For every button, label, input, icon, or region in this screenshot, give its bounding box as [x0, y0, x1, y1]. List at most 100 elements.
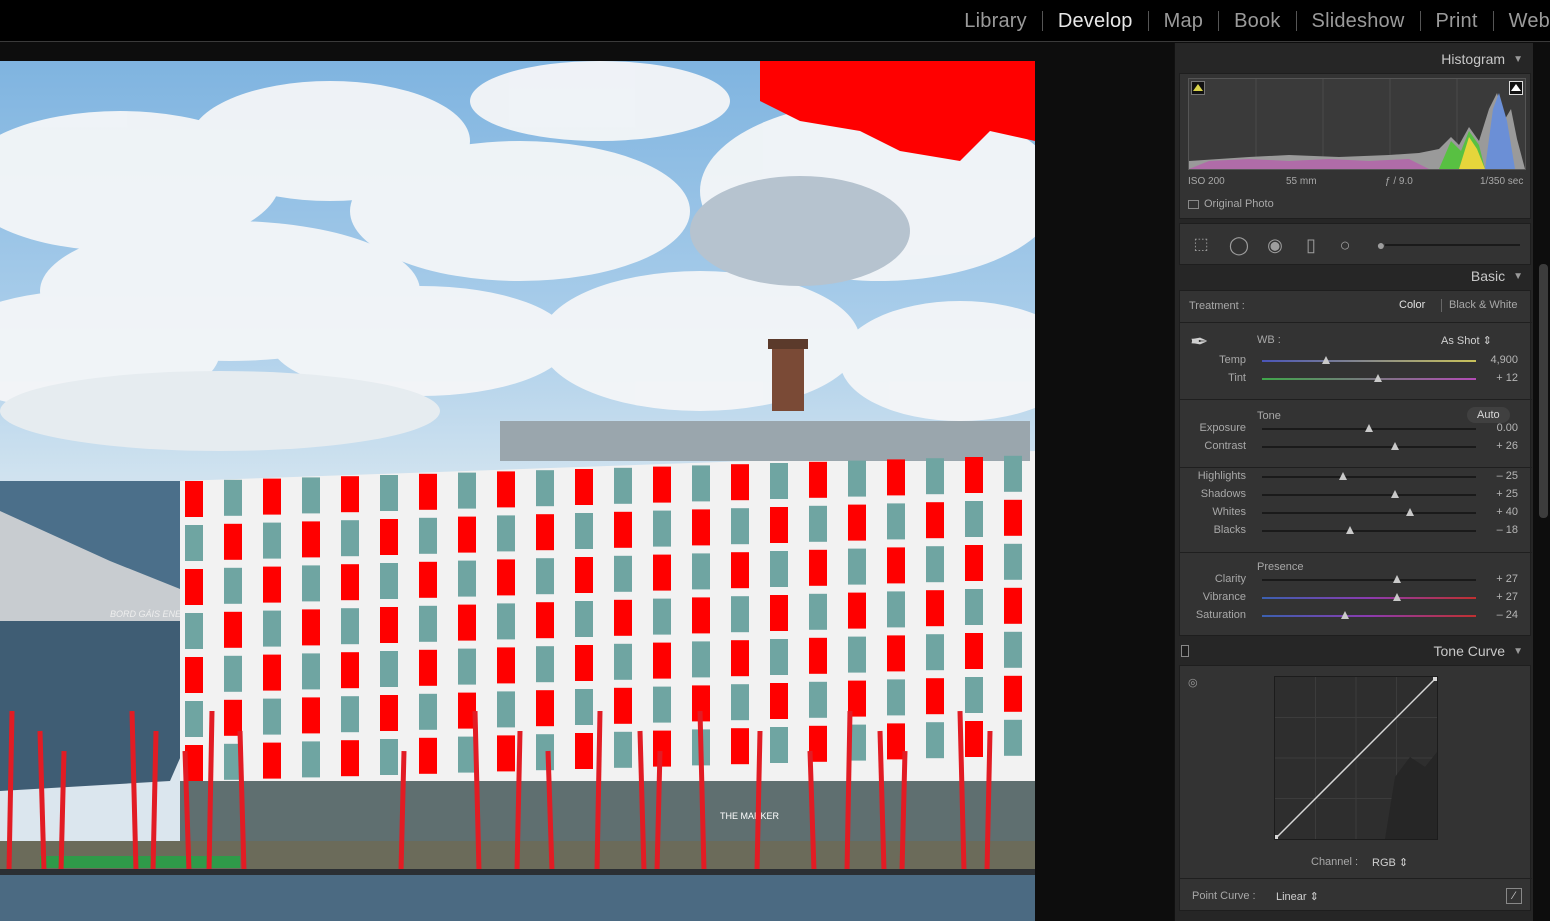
contrast-track[interactable] — [1262, 442, 1476, 450]
facade-window — [653, 466, 671, 503]
graduated-filter-icon[interactable]: ▯ — [1300, 234, 1322, 256]
module-map[interactable]: Map — [1149, 10, 1219, 33]
facade-window — [341, 476, 359, 513]
collapse-triangle-icon[interactable]: ▼ — [1513, 646, 1523, 657]
facade-window — [263, 742, 281, 779]
curve-edit-icon[interactable]: ⁄ — [1506, 888, 1522, 904]
clarity-value[interactable]: + 27 — [1478, 573, 1518, 585]
clarity-track[interactable] — [1262, 575, 1476, 583]
tint-value[interactable]: + 12 — [1478, 372, 1518, 384]
brush-size-track[interactable] — [1385, 244, 1520, 246]
facade-window — [848, 548, 866, 585]
highlight-clipping-icon[interactable] — [1509, 81, 1523, 95]
facade-window — [887, 459, 905, 496]
clarity-thumb[interactable] — [1392, 575, 1401, 583]
facade-window — [770, 595, 788, 631]
module-print[interactable]: Print — [1421, 10, 1493, 33]
facade-window — [575, 513, 593, 549]
panel-toggle-switch[interactable] — [1181, 645, 1189, 657]
facade-window — [731, 552, 749, 589]
facade-window — [926, 458, 944, 495]
treatment-color-option[interactable]: Color — [1399, 299, 1425, 311]
panel-scrollbar[interactable] — [1539, 264, 1548, 518]
module-slideshow[interactable]: Slideshow — [1297, 10, 1420, 33]
collapse-triangle-icon[interactable]: ▼ — [1513, 54, 1523, 65]
blacks-value[interactable]: – 18 — [1478, 524, 1518, 536]
exposure-thumb[interactable] — [1365, 424, 1373, 432]
saturation-thumb[interactable] — [1341, 611, 1350, 619]
facade-window — [536, 734, 554, 771]
contrast-thumb[interactable] — [1390, 442, 1399, 450]
radial-filter-icon[interactable]: ○ — [1334, 234, 1356, 256]
blacks-thumb[interactable] — [1345, 526, 1354, 534]
eyedropper-icon[interactable]: ✒ — [1190, 329, 1208, 355]
exposure-track[interactable] — [1262, 424, 1476, 432]
module-book[interactable]: Book — [1219, 10, 1295, 33]
histogram-header[interactable]: Histogram ▼ — [1175, 45, 1533, 73]
facade-window — [224, 611, 242, 648]
photo-canvas[interactable]: BORD GÁIS ENERGY THEATRE THE MARKER — [0, 61, 1035, 921]
wb-select[interactable]: As Shot ⇕ — [1441, 334, 1492, 347]
facade-window — [419, 561, 437, 598]
tone-curve-header[interactable]: Tone Curve ▼ — [1175, 637, 1533, 665]
module-web[interactable]: Web — [1494, 10, 1550, 33]
section-divider — [1180, 322, 1532, 323]
treatment-label: Treatment : — [1189, 300, 1245, 312]
red-pole — [754, 730, 763, 872]
vibrance-track[interactable] — [1262, 593, 1476, 601]
shadows-value[interactable]: + 25 — [1478, 488, 1518, 500]
tint-thumb[interactable] — [1373, 374, 1382, 382]
temp-thumb[interactable] — [1322, 356, 1331, 364]
facade-window — [497, 515, 515, 552]
facade-window — [575, 689, 593, 725]
module-picker: Library Develop Map Book Slideshow Print… — [949, 0, 1550, 42]
saturation-track[interactable] — [1262, 611, 1476, 619]
highlights-thumb[interactable] — [1339, 472, 1348, 480]
vibrance-thumb[interactable] — [1392, 593, 1401, 601]
shadows-track[interactable] — [1262, 490, 1476, 498]
shadow-clipping-icon[interactable] — [1191, 81, 1205, 95]
whites-track[interactable] — [1262, 508, 1476, 516]
exposure-value[interactable]: 0.00 — [1478, 422, 1518, 434]
facade-window — [419, 517, 437, 554]
blacks-track[interactable] — [1262, 526, 1476, 534]
histogram-box: ISO 200 55 mm ƒ / 9.0 1/350 sec Original… — [1179, 73, 1531, 219]
tone-curve-graph[interactable] — [1273, 676, 1438, 840]
saturation-value[interactable]: – 24 — [1478, 609, 1518, 621]
tint-track[interactable] — [1262, 374, 1476, 382]
facade-window — [809, 505, 827, 542]
facade-window — [380, 739, 398, 775]
contrast-value[interactable]: + 26 — [1478, 440, 1518, 452]
point-curve-select[interactable]: Linear ⇕ — [1276, 890, 1319, 903]
whites-thumb[interactable] — [1405, 508, 1414, 516]
auto-tone-button[interactable]: Auto — [1467, 407, 1510, 423]
temp-track[interactable] — [1262, 356, 1476, 364]
red-eye-icon[interactable]: ◉ — [1264, 234, 1286, 256]
facade-window — [458, 516, 476, 553]
highlights-label: Highlights — [1197, 470, 1246, 482]
temp-value[interactable]: 4,900 — [1478, 354, 1518, 366]
spot-removal-icon[interactable]: ◯ — [1228, 234, 1250, 256]
crop-icon[interactable]: ⬚ — [1190, 234, 1212, 256]
highlights-value[interactable]: – 25 — [1478, 470, 1518, 482]
basic-header[interactable]: Basic ▼ — [1175, 262, 1533, 290]
whites-value[interactable]: + 40 — [1478, 506, 1518, 518]
vibrance-label: Vibrance — [1202, 591, 1246, 603]
facade-window — [965, 589, 983, 625]
module-develop[interactable]: Develop — [1043, 10, 1148, 33]
facade-window — [263, 654, 281, 691]
channel-select[interactable]: RGB ⇕ — [1372, 856, 1408, 869]
histogram-graph[interactable] — [1188, 78, 1526, 170]
shadows-thumb[interactable] — [1390, 490, 1399, 498]
treatment-bw-option[interactable]: Black & White — [1449, 299, 1517, 311]
targeted-adjust-icon[interactable]: ◎ — [1188, 676, 1198, 689]
exposure-label: Exposure — [1199, 422, 1246, 434]
facade-window — [536, 690, 554, 727]
facade-window — [302, 521, 320, 558]
module-library[interactable]: Library — [949, 10, 1042, 33]
collapse-triangle-icon[interactable]: ▼ — [1513, 271, 1523, 282]
highlights-track[interactable] — [1262, 472, 1476, 480]
original-photo-checkbox[interactable] — [1188, 200, 1199, 209]
facade-window — [419, 473, 437, 510]
vibrance-value[interactable]: + 27 — [1478, 591, 1518, 603]
